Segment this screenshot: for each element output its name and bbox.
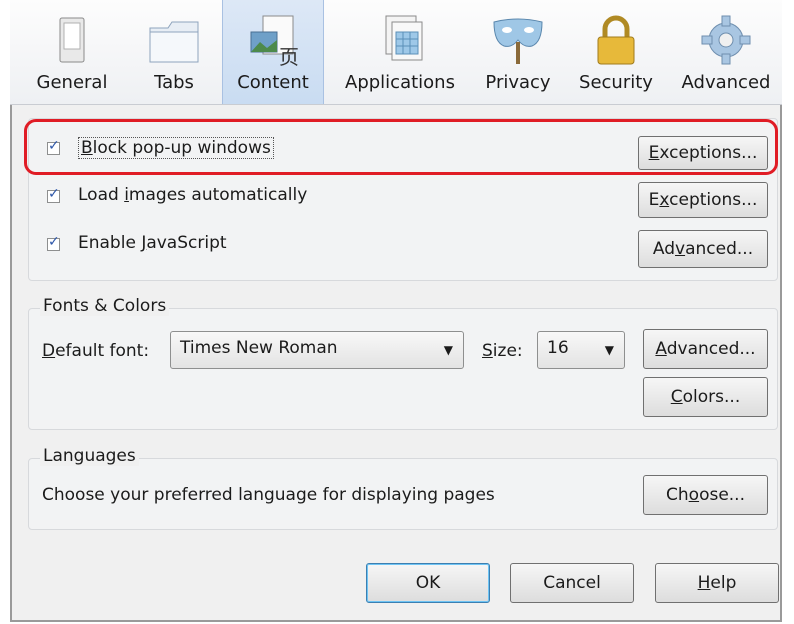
images-exceptions-button[interactable]: Exceptions... — [638, 182, 768, 218]
font-size-value: 16 — [547, 338, 569, 358]
applications-grid-icon — [385, 15, 423, 61]
preferences-toolbar: General Tabs 页 Content Applications Priv… — [10, 0, 782, 105]
tab-applications-label: Applications — [345, 72, 455, 93]
block-popups-checkbox[interactable] — [47, 138, 60, 155]
tab-tabs[interactable]: Tabs — [132, 0, 216, 104]
tab-privacy-label: Privacy — [485, 72, 551, 93]
default-font-select[interactable]: Times New Roman ▼ — [170, 331, 464, 369]
default-font-label: Default font: — [42, 341, 150, 361]
tab-tabs-label: Tabs — [154, 72, 194, 93]
svg-text:页: 页 — [279, 45, 299, 68]
javascript-advanced-button[interactable]: Advanced... — [638, 230, 768, 268]
tab-general-label: General — [36, 72, 108, 93]
padlock-icon — [597, 15, 635, 65]
switch-icon — [59, 17, 85, 63]
load-images-label: Load images automatically — [78, 185, 308, 205]
languages-description: Choose your preferred language for displ… — [42, 485, 495, 505]
tab-content-label: Content — [237, 72, 309, 93]
cancel-button[interactable]: Cancel — [510, 563, 634, 603]
content-page-icon: 页 — [250, 15, 299, 68]
tab-content[interactable]: 页 Content — [222, 0, 324, 104]
tab-general[interactable]: General — [30, 0, 114, 104]
popups-exceptions-button[interactable]: Exceptions... — [638, 136, 768, 170]
choose-language-button[interactable]: Choose... — [643, 475, 768, 515]
enable-javascript-checkbox[interactable] — [47, 234, 60, 251]
languages-title: Languages — [40, 446, 139, 466]
ok-button[interactable]: OK — [366, 563, 490, 603]
load-images-checkbox[interactable] — [47, 186, 60, 203]
tab-advanced-label: Advanced — [681, 72, 771, 93]
chevron-down-icon: ▼ — [604, 343, 614, 357]
enable-javascript-label: Enable JavaScript — [78, 233, 227, 253]
tab-applications[interactable]: Applications — [338, 0, 462, 104]
tab-advanced[interactable]: Advanced — [674, 0, 778, 104]
fonts-colors-title: Fonts & Colors — [40, 296, 170, 316]
default-font-value: Times New Roman — [180, 338, 338, 358]
colors-button[interactable]: Colors... — [643, 377, 768, 417]
privacy-mask-icon — [493, 18, 543, 64]
help-button[interactable]: Help — [655, 563, 779, 603]
tab-privacy[interactable]: Privacy — [476, 0, 560, 104]
chevron-down-icon: ▼ — [443, 343, 453, 357]
size-label: Size: — [482, 341, 523, 361]
gear-icon — [701, 15, 751, 65]
font-size-select[interactable]: 16 ▼ — [537, 331, 625, 369]
tab-security[interactable]: Security — [570, 0, 662, 104]
block-popups-label[interactable]: Block pop-up windows — [78, 137, 274, 159]
folder-tabs-icon — [149, 21, 199, 63]
tab-security-label: Security — [579, 72, 653, 93]
fonts-advanced-button[interactable]: Advanced... — [643, 329, 768, 369]
